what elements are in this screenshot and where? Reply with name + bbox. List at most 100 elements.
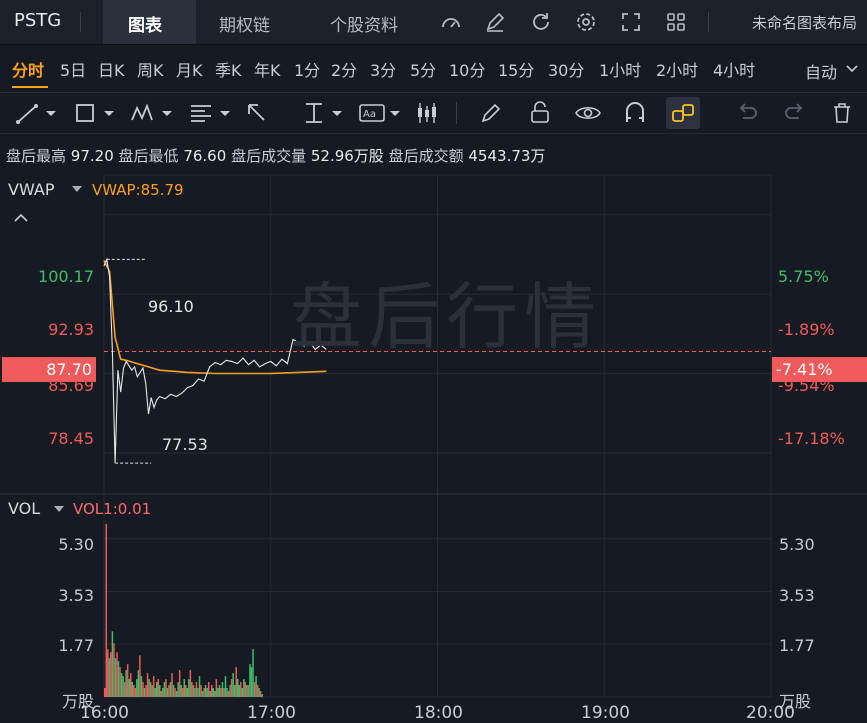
volume-bar (256, 685, 259, 697)
volume-bar (227, 691, 230, 697)
volume-bar (119, 667, 121, 697)
volume-indicator-name[interactable]: VOL (8, 499, 40, 518)
volume-bar (252, 649, 254, 697)
volume-bar (174, 688, 176, 697)
volume-bar (217, 688, 219, 697)
volume-bar (149, 682, 152, 697)
volume-bar (168, 685, 170, 697)
y-tick-right: -17.18% (778, 429, 845, 448)
volume-bar (201, 691, 204, 697)
volume-bar (159, 685, 161, 697)
volume-bar (192, 685, 195, 697)
volume-bar (111, 631, 114, 697)
volume-bar (140, 676, 143, 697)
volume-bar (126, 664, 129, 697)
volume-bar (238, 685, 241, 697)
volume-bar (198, 676, 201, 697)
volume-bar (136, 679, 138, 697)
volume-bar (240, 682, 242, 697)
volume-bar (232, 673, 234, 697)
volume-bar (139, 655, 141, 697)
caret-down-icon[interactable] (54, 506, 64, 513)
volume-bar (120, 673, 123, 697)
x-tick: 19:00 (581, 703, 630, 723)
vol-tick-left: 3.53 (58, 586, 94, 605)
volume-bar (186, 688, 189, 697)
volume-bar (169, 682, 172, 697)
volume-bar (230, 679, 233, 697)
volume-bar (235, 667, 237, 697)
volume-bar (212, 688, 215, 697)
vol-tick-right: 1.77 (779, 636, 815, 655)
volume-bar (114, 658, 117, 697)
vwap-value: VWAP:85.79 (92, 181, 184, 199)
volume-bar (185, 685, 187, 697)
volume-bar (224, 676, 227, 697)
current-pct-tag: -7.41% (772, 357, 867, 382)
volume-bar (200, 685, 202, 697)
volume-bar (215, 679, 218, 697)
volume-bar (175, 691, 178, 697)
volume-bar (258, 688, 260, 697)
volume-bar (151, 685, 153, 697)
volume-bar (220, 688, 222, 697)
volume-bar (129, 673, 132, 697)
volume-bar (180, 685, 182, 697)
volume-bar (194, 688, 196, 697)
volume-bar (253, 682, 256, 697)
volume-bar (236, 679, 239, 697)
collapse-icon[interactable] (14, 213, 28, 223)
max-price-label: 96.10 (148, 297, 194, 316)
volume-bar (250, 667, 253, 697)
y-tick-left: 100.17 (38, 267, 94, 286)
volume-bar (148, 679, 150, 697)
volume-bar (122, 676, 124, 697)
volume-bar (247, 685, 250, 697)
volume-bar (226, 688, 228, 697)
vol-value: VOL1:0.01 (73, 500, 152, 518)
volume-bar (255, 676, 257, 697)
volume-bar (152, 676, 155, 697)
volume-bar (117, 661, 120, 697)
volume-bar (261, 694, 263, 697)
volume-bar (146, 673, 149, 697)
volume-bar (189, 670, 192, 697)
volume-bar (259, 691, 262, 697)
volume-bar (125, 670, 127, 697)
volume-bar (163, 682, 166, 697)
x-tick: 17:00 (247, 703, 296, 723)
volume-bar (162, 688, 164, 697)
volume-bar (229, 685, 231, 697)
volume-bar (206, 688, 208, 697)
volume-bar (123, 682, 126, 697)
volume-bar (241, 688, 244, 697)
volume-bar (172, 685, 175, 697)
volume-bar (249, 664, 251, 697)
volume-bar (214, 691, 216, 697)
volume-bar (133, 685, 135, 697)
caret-down-icon[interactable] (72, 186, 82, 193)
volume-bar (157, 679, 159, 697)
volume-bar (137, 670, 140, 697)
volume-bar (131, 682, 134, 697)
volume-bar (221, 682, 224, 697)
volume-bar (113, 643, 115, 697)
vol-tick-right: 5.30 (779, 535, 815, 554)
price-indicator-name[interactable]: VWAP (8, 180, 54, 199)
volume-bar (155, 682, 158, 697)
watermark: 盘后行情 (290, 275, 603, 359)
volume-bar (246, 685, 248, 697)
volume-bar (223, 688, 225, 697)
volume-bar (165, 679, 167, 697)
y-tick-left: 92.93 (48, 320, 94, 339)
vol-tick-right: 3.53 (779, 586, 815, 605)
volume-bar (203, 688, 205, 697)
volume-bar (104, 688, 106, 697)
volume-bar (207, 682, 210, 697)
x-tick: 16:00 (80, 703, 129, 723)
y-tick-left: 78.45 (48, 429, 94, 448)
current-price-tag: 87.70 (2, 357, 96, 382)
volume-bar (178, 670, 181, 697)
volume-bar (145, 685, 147, 697)
volume-bar (210, 685, 213, 697)
